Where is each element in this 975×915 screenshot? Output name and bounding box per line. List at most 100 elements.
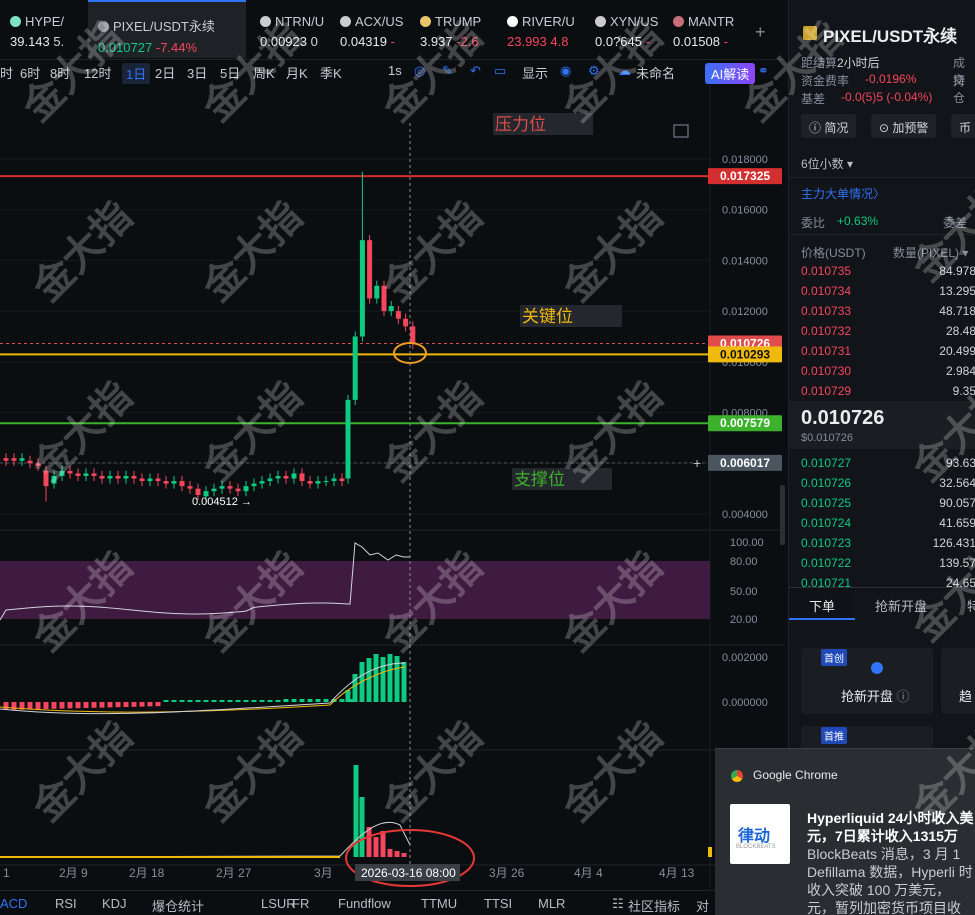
timeframe-7[interactable]: 5日 xyxy=(220,63,240,82)
ask-row[interactable]: 0.010733 48.718 xyxy=(801,301,975,321)
bid-row[interactable]: 0.010721 24.65 xyxy=(801,573,975,593)
ticker-tab-0[interactable]: HYPE/39.143 5. xyxy=(0,0,85,58)
pair-title: PIXEL/USDT永续 xyxy=(823,27,958,46)
volume-bar xyxy=(373,837,379,857)
ticker-values: 23.993 4.8 xyxy=(507,34,569,49)
timeframe-4[interactable]: 1日 xyxy=(122,63,151,84)
toolbar-item-2[interactable]: 未命名 xyxy=(636,63,675,82)
notification-body: BlockBeats 消息，3 月 1 Defillama 数据，Hyperli… xyxy=(807,846,973,915)
timeframe-6[interactable]: 3日 xyxy=(187,63,207,82)
timeframe-9[interactable]: 月K xyxy=(286,63,308,82)
tab-more[interactable]: 特 xyxy=(967,596,975,615)
price-axis-label: 0.014000 xyxy=(722,255,768,267)
tab-place-order-label: 下单 xyxy=(809,599,836,614)
candle-body xyxy=(307,481,313,484)
timeframe-3[interactable]: 12时 xyxy=(84,63,111,82)
macd-bar xyxy=(115,702,121,708)
candle-body xyxy=(331,478,337,482)
funding-label: 资金费率 xyxy=(801,74,850,88)
rsi-axis-label: 20.00 xyxy=(730,614,758,626)
camera-icon[interactable]: ◎ xyxy=(414,63,425,79)
big-orders-link[interactable]: 主力大单情况〉 xyxy=(801,185,885,202)
plus-icon[interactable]: + xyxy=(693,455,701,471)
pen-icon[interactable]: ✎ xyxy=(442,63,453,79)
ask-row[interactable]: 0.010730 2.984 xyxy=(801,361,975,381)
overview-button[interactable]: ⓘ 简况 xyxy=(801,114,857,138)
bid-row[interactable]: 0.010722 139.57 xyxy=(801,553,975,573)
tab-new-listing[interactable]: 抢新开盘 xyxy=(875,596,927,615)
ticker-tab-2[interactable]: NTRN/U 0.00923 0 xyxy=(250,0,328,58)
ticker-tab-4[interactable]: TRUMP 3.937 -2.6 xyxy=(410,0,495,58)
price-axis-label: 0.004000 xyxy=(722,509,768,521)
bid-row[interactable]: 0.010724 41.659 xyxy=(801,513,975,533)
ticker-tab-7[interactable]: MANTR 0.01508 - xyxy=(663,0,743,58)
ticker-symbol: HYPE/ xyxy=(10,14,85,29)
ask-row[interactable]: 0.010731 20.499 xyxy=(801,341,975,361)
indicator-tab-3[interactable]: 爆仓统计 xyxy=(152,896,204,915)
indicator-tab-9[interactable]: MLR xyxy=(538,896,565,911)
candle-body xyxy=(3,458,9,461)
timeframe-0[interactable]: 时 xyxy=(0,63,13,82)
indicator-tab-6[interactable]: Fundflow xyxy=(338,896,391,911)
indicator-tab-4[interactable]: LSUR xyxy=(261,896,296,911)
toolbar-item-0[interactable]: 1s xyxy=(388,63,402,78)
timeframe-8[interactable]: 周K xyxy=(253,63,275,82)
add-alert-button[interactable]: ⊙ 加预警 xyxy=(871,114,937,138)
timeframe-2[interactable]: 8时 xyxy=(50,63,70,82)
ticker-tab-5[interactable]: RIVER/U 23.993 4.8 xyxy=(497,0,582,58)
precision-select[interactable]: 6位小数 ▾ xyxy=(801,155,853,172)
macd-bar xyxy=(267,700,273,702)
ticker-tab-6[interactable]: XYN/US 0.0?645 - xyxy=(585,0,661,58)
indicator-tab-10[interactable]: 社区指标 xyxy=(628,896,680,915)
blockbeats-logo: 律动 BLOCKBEATS xyxy=(730,804,790,864)
bid-row[interactable]: 0.010726 32.564 xyxy=(801,473,975,493)
crosshair-date: 2026-03-16 08:00 xyxy=(361,866,456,880)
gear-icon[interactable]: ⚙ xyxy=(588,63,600,79)
candle-body xyxy=(139,478,145,482)
coin-button[interactable]: 币 xyxy=(951,114,975,138)
candlestick-chart[interactable]: 0.0180000.0160000.0140000.0120000.010000… xyxy=(0,85,785,890)
indicator-tab-11[interactable]: 对 xyxy=(696,896,709,915)
layout-icon[interactable]: ▭ xyxy=(494,63,506,79)
coin-icon xyxy=(595,16,606,27)
ticker-tab-3[interactable]: ACX/US 0.04319 - xyxy=(330,0,408,58)
cloud-icon[interactable]: ☁ xyxy=(618,63,631,79)
level-value-4: 0.006017 xyxy=(720,456,770,470)
timeframe-5[interactable]: 2日 xyxy=(155,63,175,82)
macd-bar xyxy=(291,699,297,702)
coin-icon xyxy=(340,16,351,27)
chrome-notification[interactable]: Google Chrome 律动 BLOCKBEATS Hyperliquid … xyxy=(715,748,975,915)
timeframe-1[interactable]: 6时 xyxy=(20,63,40,82)
indicator-tab-1[interactable]: RSI xyxy=(55,896,77,911)
ask-row[interactable]: 0.010729 9.35 xyxy=(801,381,975,401)
bid-row[interactable]: 0.010725 90.057 xyxy=(801,493,975,513)
chart-toolbar: 时 6时 8时 12时 1日 2日 3日 5日 周K 月K 季K 1s 显示 未命名 AI解读 ◎ ✎ ↶ ▭ ◉ ⚙ ☁… xyxy=(0,60,785,84)
bid-row[interactable]: 0.010727 93.63 xyxy=(801,453,975,473)
add-tab-icon[interactable]: + xyxy=(755,22,766,43)
eye-icon[interactable]: ◉ xyxy=(560,63,571,79)
scrollbar[interactable] xyxy=(780,485,785,545)
ask-row[interactable]: 0.010735 84.978 xyxy=(801,261,975,281)
ask-row[interactable]: 0.010732 28.48 xyxy=(801,321,975,341)
ticker-tab-1[interactable]: PIXEL/USDT永续 0.010727 -7.44% xyxy=(88,0,246,58)
macd-bar xyxy=(75,702,81,709)
indicator-tab-5[interactable]: FR xyxy=(292,896,309,911)
bid-row[interactable]: 0.010723 126.431 xyxy=(801,533,975,553)
basis-label: 基差 xyxy=(801,92,826,106)
undo-icon[interactable]: ↶ xyxy=(470,63,481,79)
candle-body xyxy=(179,481,185,487)
indicator-tab-8[interactable]: TTSI xyxy=(484,896,512,911)
toolbar-item-1[interactable]: 显示 xyxy=(522,63,548,82)
volume-marker xyxy=(708,847,712,857)
indicator-tab-0[interactable]: ACD xyxy=(0,896,27,911)
toolbar-item-3[interactable]: AI解读 xyxy=(705,63,756,84)
timeframe-10[interactable]: 季K xyxy=(320,63,342,82)
date-label-1: 2月 18 xyxy=(129,866,165,880)
ticker-values: 0.00923 0 xyxy=(260,34,318,49)
last-price: 0.010726 xyxy=(801,407,885,429)
indicator-tab-7[interactable]: TTMU xyxy=(421,896,457,911)
ask-row[interactable]: 0.010734 13.295 xyxy=(801,281,975,301)
link-icon[interactable]: ⚭ xyxy=(758,63,769,79)
indicator-tab-2[interactable]: KDJ xyxy=(102,896,127,911)
macd-bar xyxy=(51,702,57,709)
